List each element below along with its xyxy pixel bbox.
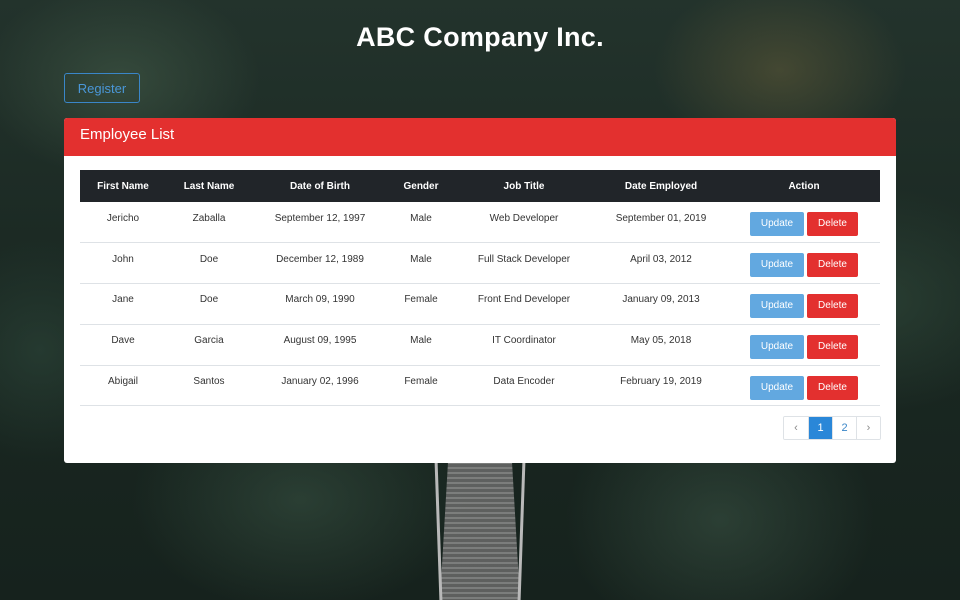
- update-button[interactable]: Update: [750, 212, 804, 237]
- cell-date-of-birth: August 09, 1995: [252, 324, 388, 366]
- pagination-next[interactable]: ›: [856, 417, 880, 439]
- employee-list-card: Employee List First Name Last Name Date …: [64, 118, 896, 463]
- table-row: Abigail Santos January 02, 1996 Female D…: [80, 365, 880, 407]
- cell-date-employed: April 03, 2012: [594, 242, 728, 285]
- register-button[interactable]: Register: [64, 73, 140, 103]
- card-title: Employee List: [64, 118, 896, 156]
- delete-button[interactable]: Delete: [807, 253, 858, 278]
- cell-action: Update Delete: [728, 283, 880, 325]
- cell-gender: Female: [388, 283, 454, 325]
- cell-first-name: Dave: [80, 324, 166, 366]
- cell-date-of-birth: September 12, 1997: [252, 202, 388, 244]
- update-button[interactable]: Update: [750, 253, 804, 278]
- employee-table: First Name Last Name Date of Birth Gende…: [80, 170, 880, 407]
- cell-first-name: John: [80, 242, 166, 285]
- cell-first-name: Jane: [80, 283, 166, 325]
- column-header-job-title: Job Title: [454, 170, 594, 202]
- bridge-graphic: [440, 462, 520, 600]
- update-button[interactable]: Update: [750, 293, 804, 318]
- cell-date-of-birth: December 12, 1989: [252, 242, 388, 285]
- delete-button[interactable]: Delete: [807, 212, 858, 237]
- cell-date-of-birth: January 02, 1996: [252, 365, 388, 407]
- column-header-date-employed: Date Employed: [594, 170, 728, 202]
- cell-job-title: Front End Developer: [454, 283, 594, 325]
- cell-last-name: Garcia: [166, 324, 252, 366]
- update-button[interactable]: Update: [750, 334, 804, 359]
- delete-button[interactable]: Delete: [807, 293, 858, 318]
- column-header-action: Action: [728, 170, 880, 202]
- cell-action: Update Delete: [728, 242, 880, 285]
- cell-last-name: Zaballa: [166, 202, 252, 244]
- cell-gender: Male: [388, 324, 454, 366]
- cell-action: Update Delete: [728, 202, 880, 244]
- column-header-first-name: First Name: [80, 170, 166, 202]
- pagination-prev[interactable]: ‹: [784, 417, 808, 439]
- cell-date-employed: May 05, 2018: [594, 324, 728, 366]
- cell-gender: Male: [388, 242, 454, 285]
- table-row: Jane Doe March 09, 1990 Female Front End…: [80, 283, 880, 325]
- update-button[interactable]: Update: [750, 375, 804, 400]
- cell-action: Update Delete: [728, 365, 880, 407]
- column-header-gender: Gender: [388, 170, 454, 202]
- cell-date-employed: January 09, 2013: [594, 283, 728, 325]
- table-row: Dave Garcia August 09, 1995 Male IT Coor…: [80, 324, 880, 366]
- cell-date-of-birth: March 09, 1990: [252, 283, 388, 325]
- cell-gender: Female: [388, 365, 454, 407]
- cell-job-title: Full Stack Developer: [454, 242, 594, 285]
- cell-last-name: Doe: [166, 283, 252, 325]
- cell-job-title: Data Encoder: [454, 365, 594, 407]
- cell-date-employed: September 01, 2019: [594, 202, 728, 244]
- page-title: ABC Company Inc.: [356, 22, 604, 52]
- table-row: Jericho Zaballa September 12, 1997 Male …: [80, 202, 880, 244]
- column-header-last-name: Last Name: [166, 170, 252, 202]
- cell-date-employed: February 19, 2019: [594, 365, 728, 407]
- pagination-page-1[interactable]: 1: [808, 417, 832, 439]
- delete-button[interactable]: Delete: [807, 375, 858, 400]
- delete-button[interactable]: Delete: [807, 334, 858, 359]
- cell-gender: Male: [388, 202, 454, 244]
- cell-last-name: Doe: [166, 242, 252, 285]
- cell-first-name: Jericho: [80, 202, 166, 244]
- cell-first-name: Abigail: [80, 365, 166, 407]
- cell-job-title: Web Developer: [454, 202, 594, 244]
- cell-job-title: IT Coordinator: [454, 324, 594, 366]
- cell-action: Update Delete: [728, 324, 880, 366]
- table-header-row: First Name Last Name Date of Birth Gende…: [80, 170, 880, 202]
- column-header-date-of-birth: Date of Birth: [252, 170, 388, 202]
- cell-last-name: Santos: [166, 365, 252, 407]
- table-row: John Doe December 12, 1989 Male Full Sta…: [80, 242, 880, 285]
- pagination-page-2[interactable]: 2: [832, 417, 856, 439]
- pagination: ‹ 1 2 ›: [783, 416, 881, 440]
